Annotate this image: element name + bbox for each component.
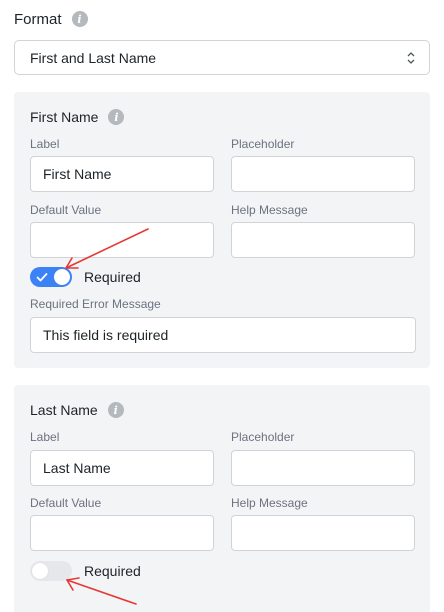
first-name-placeholder-input[interactable]: [231, 156, 415, 192]
last-name-required-label: Required: [84, 563, 141, 579]
first-name-required-row: Required: [30, 267, 141, 287]
first-name-help-input[interactable]: [231, 222, 415, 258]
toggle-knob: [32, 563, 48, 579]
last-name-help-input[interactable]: [231, 515, 415, 551]
toggle-knob: [54, 269, 70, 285]
first-name-error-input[interactable]: This field is required: [30, 317, 416, 353]
check-icon: [36, 273, 48, 282]
first-name-panel: First Name i Label Placeholder First Nam…: [14, 92, 430, 368]
format-select[interactable]: First and Last Name: [14, 40, 430, 75]
first-name-title: First Name i: [30, 109, 125, 125]
last-name-label-input[interactable]: Last Name: [30, 450, 214, 486]
format-label: Format: [14, 10, 62, 28]
info-icon[interactable]: i: [71, 11, 88, 27]
last-name-required-toggle[interactable]: [30, 561, 72, 581]
first-name-label-value: First Name: [43, 166, 112, 182]
format-select-value: First and Last Name: [30, 49, 157, 66]
first-name-default-caption: Default Value: [30, 203, 102, 217]
info-icon[interactable]: i: [108, 109, 125, 125]
first-name-title-text: First Name: [30, 109, 99, 125]
first-name-label-caption: Label: [30, 137, 60, 151]
last-name-title: Last Name i: [30, 402, 124, 418]
last-name-label-caption: Label: [30, 430, 60, 444]
first-name-help-caption: Help Message: [231, 203, 308, 217]
last-name-placeholder-caption: Placeholder: [231, 430, 295, 444]
first-name-default-input[interactable]: [30, 222, 214, 258]
info-icon[interactable]: i: [107, 402, 124, 418]
first-name-required-label: Required: [84, 269, 141, 285]
last-name-placeholder-input[interactable]: [231, 450, 415, 486]
first-name-required-toggle[interactable]: [30, 267, 72, 287]
first-name-error-caption: Required Error Message: [30, 297, 161, 311]
last-name-title-text: Last Name: [30, 402, 98, 418]
select-arrows-icon: [407, 52, 415, 64]
last-name-required-row: Required: [30, 561, 141, 581]
last-name-help-caption: Help Message: [231, 496, 308, 510]
last-name-default-caption: Default Value: [30, 496, 102, 510]
first-name-label-input[interactable]: First Name: [30, 156, 214, 192]
last-name-label-value: Last Name: [43, 460, 111, 476]
first-name-error-value: This field is required: [43, 327, 169, 343]
first-name-placeholder-caption: Placeholder: [231, 137, 295, 151]
last-name-default-input[interactable]: [30, 515, 214, 551]
last-name-panel: Last Name i Label Placeholder Last Name …: [14, 385, 430, 612]
format-header: Format i: [14, 9, 88, 29]
